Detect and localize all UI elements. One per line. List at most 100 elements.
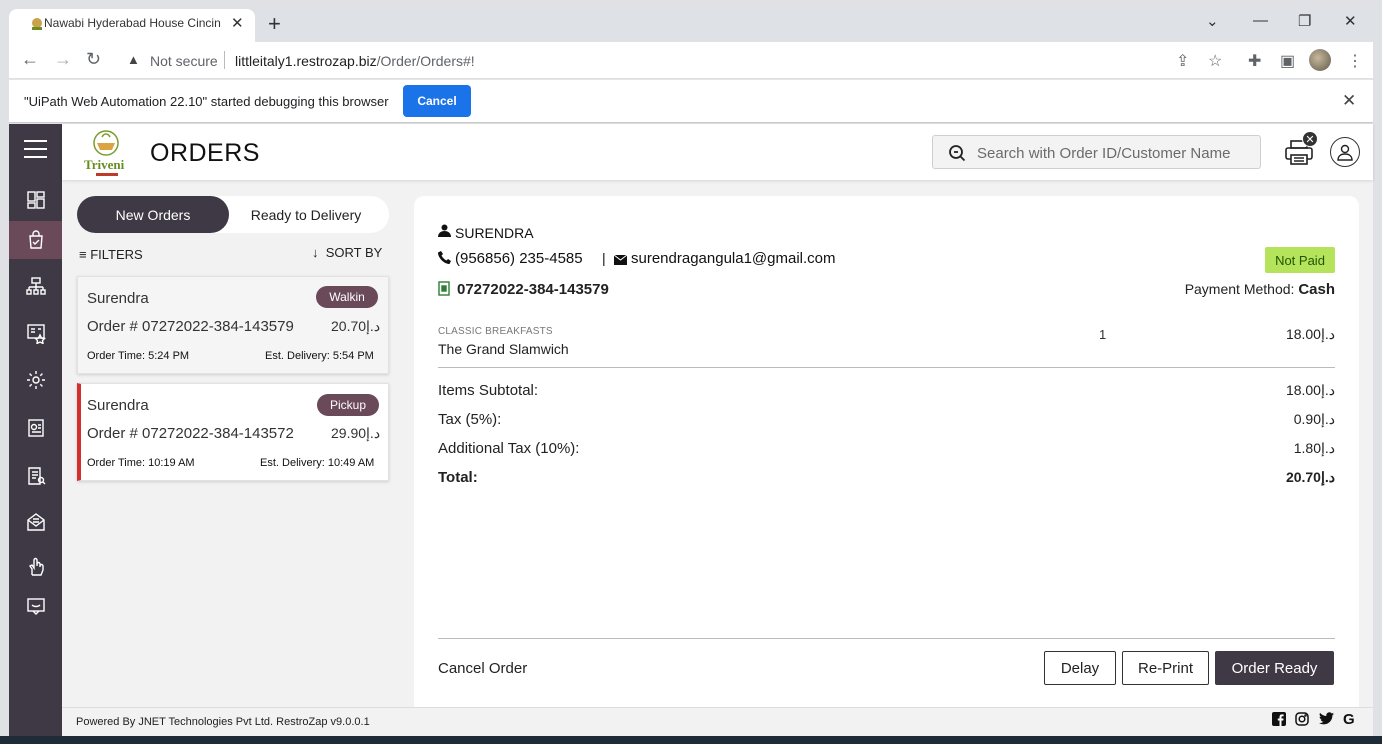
order-card-number: Order # 07272022-384-143579 <box>87 318 294 335</box>
tab-ready-to-delivery[interactable]: Ready to Delivery <box>232 196 380 233</box>
bookmark-star-icon[interactable]: ☆ <box>1208 51 1222 71</box>
twitter-icon[interactable] <box>1319 712 1334 729</box>
email-icon <box>613 253 628 268</box>
url-path: /Order/Orders#! <box>376 53 475 69</box>
url-text[interactable]: littleitaly1.restrozap.biz/Order/Orders#… <box>235 53 475 69</box>
menu-toggle-icon[interactable] <box>24 140 47 160</box>
instagram-icon[interactable] <box>1295 712 1309 730</box>
order-card-est-delivery: Est. Delivery: 10:49 AM <box>260 457 375 469</box>
sort-label: SORT BY <box>325 245 383 260</box>
tab-close-icon[interactable]: ✕ <box>231 14 244 32</box>
person-icon <box>438 224 451 240</box>
total-label: Total: <box>438 469 478 486</box>
page-title: ORDERS <box>150 139 260 167</box>
contact-separator: | <box>602 250 606 266</box>
sidebar-reviews-icon[interactable] <box>9 314 62 352</box>
share-icon[interactable]: ⇪ <box>1176 51 1189 71</box>
item-category: CLASSIC BREAKFASTS <box>438 326 553 337</box>
tab-search-chevron-icon[interactable]: ⌄ <box>1206 12 1219 30</box>
user-icon <box>1337 144 1353 161</box>
browser-menu-icon[interactable]: ⋮ <box>1347 51 1363 71</box>
subtotal-label: Items Subtotal: <box>438 382 539 399</box>
order-type-badge: Walkin <box>316 286 378 308</box>
triveni-logo: Triveni <box>84 130 125 176</box>
order-card-est-delivery: Est. Delivery: 5:54 PM <box>265 350 374 362</box>
sidebar-dashboard-icon[interactable] <box>9 181 62 219</box>
sidebar-menu-card-icon[interactable] <box>9 409 62 447</box>
security-label[interactable]: Not secure <box>150 53 218 69</box>
order-card-time: Order Time: 5:24 PM <box>87 350 190 362</box>
filter-icon: ≡ <box>79 247 87 262</box>
divider <box>438 638 1335 639</box>
payment-method-label: Payment Method: <box>1184 281 1295 297</box>
phone-icon <box>438 251 451 267</box>
footer-credit: Powered By JNET Technologies Pvt Ltd. Re… <box>76 716 370 728</box>
payment-status-badge: Not Paid <box>1265 247 1335 273</box>
total-value: 20.70د.إ <box>1285 469 1335 485</box>
os-taskbar <box>0 736 1382 744</box>
search-input[interactable] <box>977 143 1253 163</box>
infobar-close-icon[interactable]: ✕ <box>1342 91 1356 111</box>
sidebar-hierarchy-icon[interactable] <box>9 267 62 305</box>
customer-name: SURENDRA <box>455 225 534 241</box>
sort-arrow-icon: ↓ <box>312 245 319 260</box>
order-card-customer: Surendra <box>87 397 149 414</box>
sidebar-mail-icon[interactable] <box>9 503 62 541</box>
reload-icon[interactable]: ↻ <box>86 49 101 70</box>
tab-title: Nawabi Hyderabad House Cincin <box>44 16 221 30</box>
facebook-icon[interactable] <box>1272 712 1286 730</box>
forward-icon[interactable]: → <box>54 49 72 70</box>
order-type-badge: Pickup <box>317 394 379 416</box>
customer-phone: (956856) 235-4585 <box>455 250 583 267</box>
sidebar-orders-icon[interactable] <box>9 221 62 259</box>
additional-tax-value: 1.80د.إ <box>1293 440 1335 456</box>
sidebar-feedback-icon[interactable] <box>9 587 62 625</box>
order-card-number: Order # 07272022-384-143572 <box>87 425 294 442</box>
filters-label: FILTERS <box>90 247 143 262</box>
order-id: 07272022-384-143579 <box>457 281 609 298</box>
customer-email: surendragangula1@gmail.com <box>631 250 836 267</box>
payment-method: Payment Method: Cash <box>1140 281 1335 298</box>
delay-button[interactable]: Delay <box>1044 651 1116 685</box>
new-tab-button[interactable]: + <box>268 11 281 37</box>
order-ready-button[interactable]: Order Ready <box>1215 651 1334 685</box>
sidebar-reports-icon[interactable] <box>9 457 62 495</box>
google-icon[interactable]: G <box>1343 711 1355 728</box>
url-host: littleitaly1.restrozap.biz <box>235 53 377 69</box>
logo-text: Triveni <box>84 157 125 172</box>
side-panel-icon[interactable]: ▣ <box>1280 51 1295 71</box>
filters-button[interactable]: ≡ FILTERS <box>79 247 143 262</box>
tab-favicon-icon <box>32 18 42 30</box>
order-card-amount: 20.70د.إ <box>331 318 381 334</box>
item-name: The Grand Slamwich <box>438 341 569 357</box>
order-card-time: Order Time: 10:19 AM <box>87 457 195 469</box>
extensions-icon[interactable]: ✚ <box>1248 51 1261 71</box>
profile-avatar[interactable] <box>1309 49 1331 71</box>
infobar-message: "UiPath Web Automation 22.10" started de… <box>24 94 389 109</box>
receipt-icon <box>438 281 450 299</box>
reprint-button[interactable]: Re-Print <box>1122 651 1209 685</box>
restore-icon[interactable]: ❐ <box>1298 12 1311 30</box>
sidebar-settings-icon[interactable] <box>9 361 62 399</box>
user-account-button[interactable] <box>1330 137 1360 167</box>
sidebar-support-icon[interactable] <box>9 548 62 586</box>
back-icon[interactable]: ← <box>21 49 39 70</box>
item-quantity: 1 <box>1099 327 1107 342</box>
item-price: 18.00د.إ <box>1285 326 1335 342</box>
additional-tax-label: Additional Tax (10%): <box>438 440 580 457</box>
payment-method-value: Cash <box>1298 281 1335 298</box>
minimize-icon[interactable]: — <box>1253 12 1268 29</box>
order-card-amount: 29.90د.إ <box>331 425 381 441</box>
subtotal-value: 18.00د.إ <box>1285 382 1335 398</box>
sort-by-button[interactable]: ↓ SORT BY <box>312 245 382 260</box>
window-close-icon[interactable]: ✕ <box>1344 12 1357 30</box>
tax-label: Tax (5%): <box>438 411 502 428</box>
address-separator <box>224 51 225 69</box>
cancel-order-button[interactable]: Cancel Order <box>438 660 527 677</box>
infobar-cancel-button[interactable]: Cancel <box>403 85 471 117</box>
tab-new-orders[interactable]: New Orders <box>77 196 229 233</box>
warning-icon[interactable]: ▲ <box>127 52 140 67</box>
order-card-customer: Surendra <box>87 290 149 307</box>
tax-value: 0.90د.إ <box>1293 411 1335 427</box>
search-icon <box>949 145 966 162</box>
